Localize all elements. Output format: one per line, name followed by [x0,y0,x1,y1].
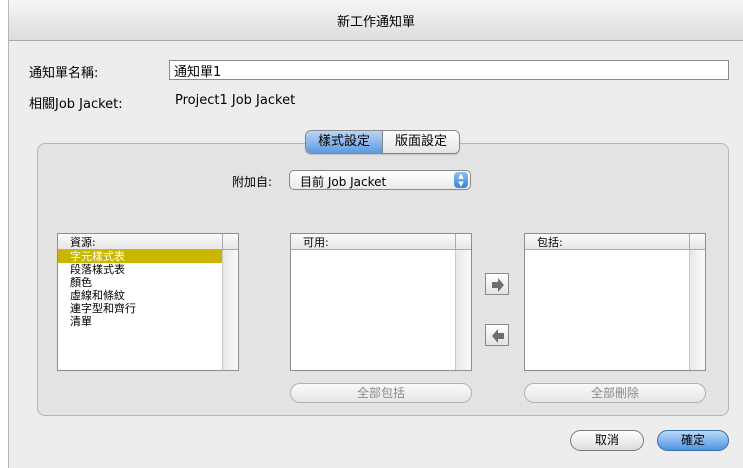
included-list[interactable]: 包括: [524,233,706,371]
tab-style-settings[interactable]: 樣式設定 [306,131,383,153]
tab-layout-settings[interactable]: 版面設定 [382,131,460,153]
available-list-header: 可用: [291,234,471,250]
cancel-button[interactable]: 取消 [570,430,644,451]
remove-button[interactable] [485,324,509,346]
list-item[interactable]: 虛線和條紋 [58,289,222,302]
source-popup-value: 目前 Job Jacket [300,175,387,189]
list-item[interactable]: 顏色 [58,276,222,289]
resources-scrollbar[interactable] [222,250,238,370]
dialog-title: 新工作通知單 [336,15,415,30]
resources-list[interactable]: 資源: 字元樣式表 段落樣式表 顏色 虛線和條紋 連字型和齊行 清單 [57,233,239,371]
add-button[interactable] [485,273,509,295]
remove-all-button[interactable]: 全部刪除 [524,383,706,403]
available-header-label: 可用: [303,236,329,249]
resources-list-header: 資源: [58,234,238,250]
list-item[interactable]: 段落樣式表 [58,263,222,276]
title-bar: 新工作通知單 [9,0,743,41]
name-input[interactable] [169,60,729,80]
related-label: 相關Job Jacket: [29,97,123,112]
name-label: 通知單名稱: [29,66,99,81]
available-scrollbar[interactable] [455,250,471,370]
source-label: 附加自: [232,175,273,189]
included-list-header: 包括: [525,234,705,250]
list-item[interactable]: 清單 [58,315,222,328]
header-corner [222,234,238,249]
tab-bar: 樣式設定 版面設定 [305,130,461,154]
arrow-left-icon [492,329,504,343]
included-header-label: 包括: [537,236,563,249]
header-corner [689,234,705,249]
related-value: Project1 Job Jacket [175,93,296,108]
include-all-button[interactable]: 全部包括 [290,383,472,403]
dialog-window: 新工作通知單 通知單名稱: 相關Job Jacket: Project1 Job… [8,0,743,468]
source-popup[interactable]: 目前 Job Jacket ▲ ▼ [289,170,471,190]
resources-header-label: 資源: [70,236,96,249]
included-scrollbar[interactable] [689,250,705,370]
list-item[interactable]: 字元樣式表 [58,250,222,263]
header-corner [455,234,471,249]
list-item[interactable]: 連字型和齊行 [58,302,222,315]
ok-button[interactable]: 確定 [657,430,729,451]
arrow-right-icon [492,278,504,292]
resources-items: 字元樣式表 段落樣式表 顏色 虛線和條紋 連字型和齊行 清單 [58,250,222,328]
available-list[interactable]: 可用: [290,233,472,371]
popup-stepper-icon: ▲ ▼ [454,172,468,188]
